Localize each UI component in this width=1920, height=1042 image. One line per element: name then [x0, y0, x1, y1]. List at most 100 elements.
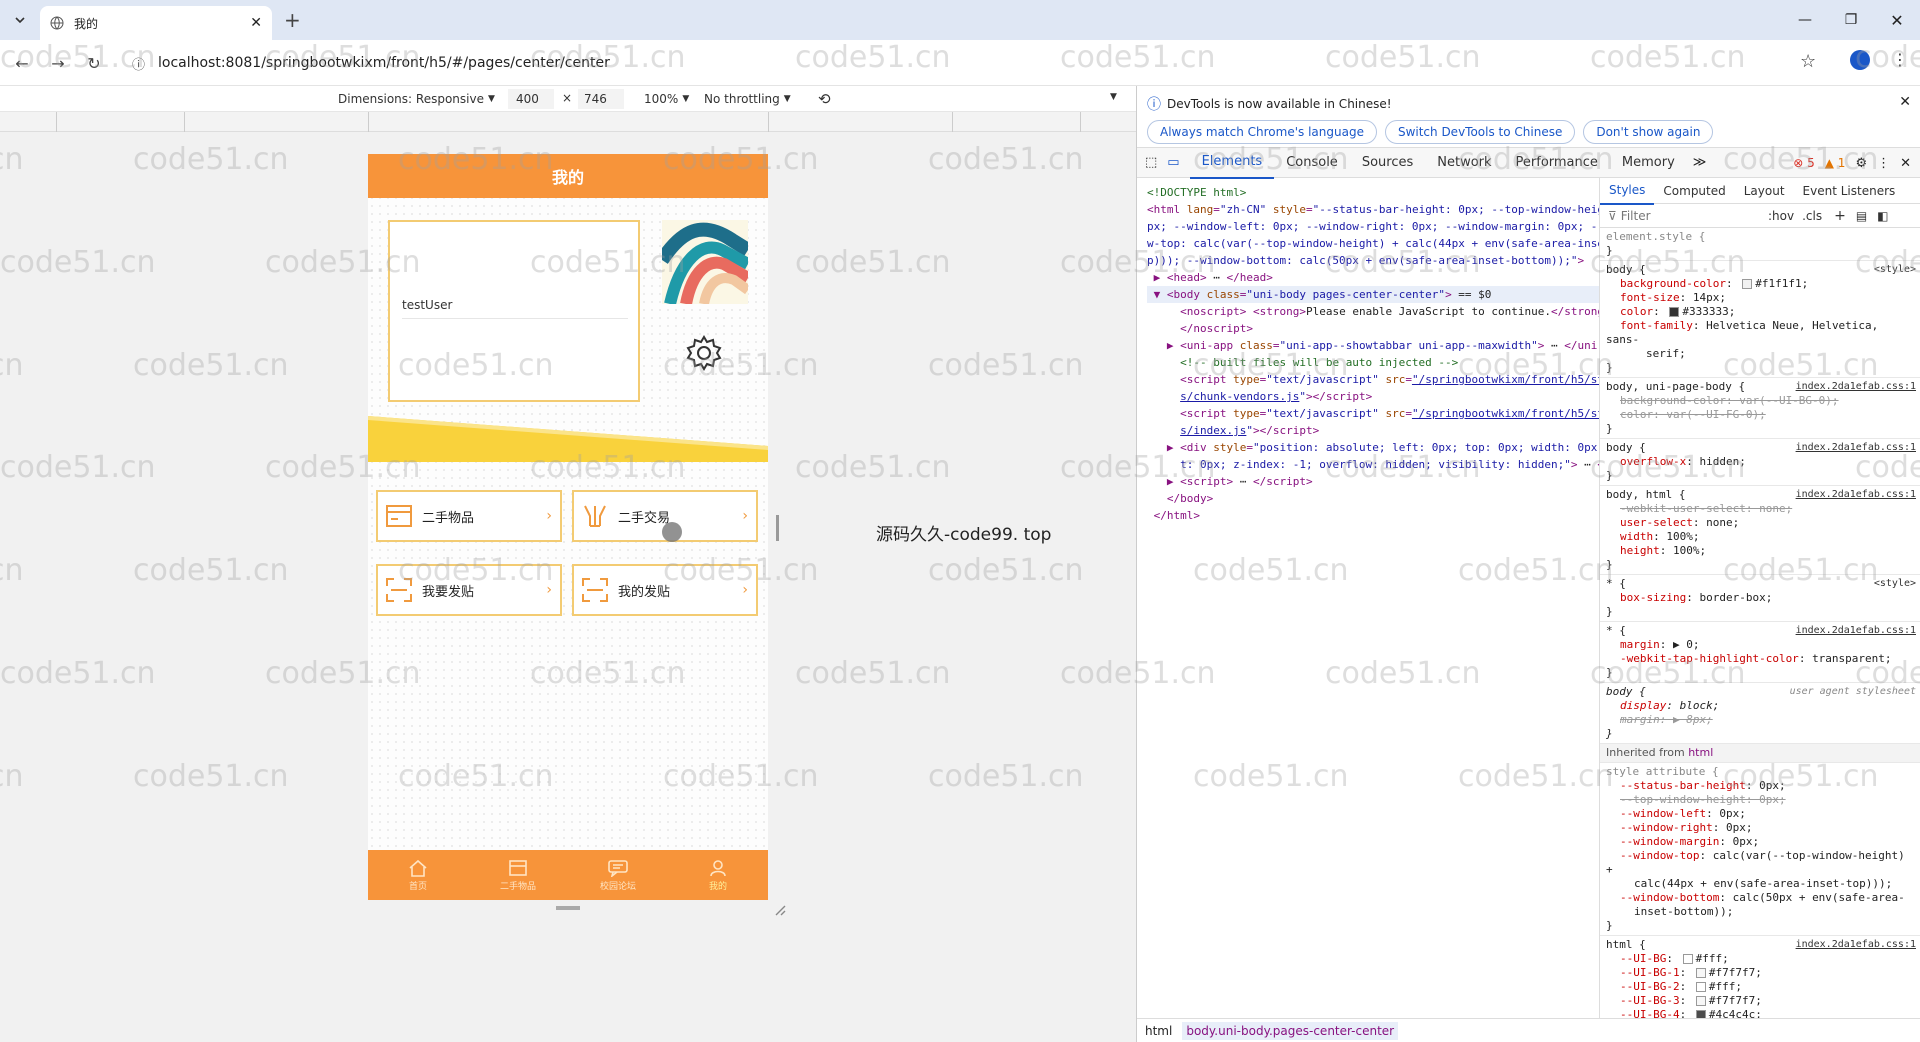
dom-line[interactable]: w-top: calc(var(--top-window-height) + c…: [1147, 235, 1599, 252]
ruler-tick: [952, 112, 953, 132]
more-tabs-icon[interactable]: ≫: [1687, 155, 1713, 170]
height-input[interactable]: 746: [578, 89, 624, 109]
close-infobar-icon[interactable]: ✕: [1899, 94, 1911, 110]
viewport-corner-resize-icon[interactable]: [774, 904, 786, 916]
filter-input[interactable]: ⊽ Filter: [1608, 209, 1738, 223]
tab-computed[interactable]: Computed: [1654, 178, 1734, 204]
dom-line[interactable]: <html lang="zh-CN" style="--status-bar-h…: [1147, 201, 1599, 218]
switch-language-button[interactable]: Switch DevTools to Chinese: [1384, 120, 1576, 144]
restore-icon[interactable]: ❐: [1828, 12, 1874, 28]
settings-icon[interactable]: ⚙: [1855, 156, 1867, 171]
device-more-icon[interactable]: ▼: [1110, 92, 1117, 102]
new-tab-icon[interactable]: +: [284, 8, 301, 32]
new-rule-icon[interactable]: +: [1834, 208, 1846, 224]
error-count[interactable]: ⊗ 5: [1793, 156, 1815, 170]
tab-home[interactable]: 首页: [368, 850, 468, 900]
dom-line[interactable]: ▶ <head> ⋯ </head>: [1147, 269, 1599, 286]
dom-line[interactable]: <!DOCTYPE html>: [1147, 184, 1599, 201]
info-message: DevTools is now available in Chinese!: [1167, 97, 1392, 111]
device-toggle-icon[interactable]: ▭: [1163, 155, 1189, 170]
dom-line[interactable]: p))); --window-bottom: calc(50px + env(s…: [1147, 252, 1599, 269]
back-icon[interactable]: ←: [8, 49, 36, 77]
tile-my-posts[interactable]: 我的发贴 ›: [572, 564, 758, 616]
tab-network[interactable]: Network: [1425, 148, 1503, 178]
toggle-sidebar-icon[interactable]: ◧: [1877, 209, 1888, 223]
tab-layout[interactable]: Layout: [1735, 178, 1794, 204]
address-bar[interactable]: ⓘ localhost:8081/springbootwkixm/front/h…: [124, 46, 1784, 80]
dom-line[interactable]: px; --window-left: 0px; --window-right: …: [1147, 218, 1599, 235]
viewport-bottom-resize-handle[interactable]: [556, 906, 580, 910]
style-rule[interactable]: style attribute { --status-bar-height: 0…: [1600, 763, 1920, 936]
breadcrumb-body[interactable]: body.uni-body.pages-center-center: [1182, 1021, 1399, 1040]
match-language-button[interactable]: Always match Chrome's language: [1147, 120, 1377, 144]
dimensions-select[interactable]: Dimensions: Responsive ▼: [338, 86, 495, 112]
tab-sources[interactable]: Sources: [1350, 148, 1425, 178]
dom-line[interactable]: s/chunk-vendors.js"></script>: [1147, 388, 1599, 405]
close-window-icon[interactable]: ✕: [1874, 11, 1920, 30]
dom-line[interactable]: ▶ <uni-app class="uni-app--showtabbar un…: [1147, 337, 1599, 354]
style-rule[interactable]: index.2da1efab.css:1 * { margin: ▶ 0; -w…: [1600, 622, 1920, 683]
devtools-menu-icon[interactable]: ⋮: [1877, 156, 1890, 171]
rotate-icon[interactable]: ⟲: [818, 90, 831, 108]
tab-styles[interactable]: Styles: [1600, 177, 1655, 205]
tab-event-listeners[interactable]: Event Listeners: [1794, 178, 1905, 204]
user-info-card[interactable]: testUser: [388, 220, 640, 402]
globe-icon: [50, 16, 64, 30]
style-rule[interactable]: element.style {}: [1600, 228, 1920, 261]
dom-line[interactable]: </html>: [1147, 507, 1599, 524]
close-devtools-icon[interactable]: ✕: [1900, 156, 1911, 171]
dom-line[interactable]: <script type="text/javascript" src="/spr…: [1147, 371, 1599, 388]
reload-icon[interactable]: ↻: [80, 49, 108, 77]
elements-dom-tree[interactable]: <!DOCTYPE html> <html lang="zh-CN" style…: [1137, 178, 1599, 1018]
style-rule[interactable]: index.2da1efab.css:1 body { overflow-x: …: [1600, 439, 1920, 486]
throttling-select[interactable]: No throttling ▼: [704, 86, 791, 112]
browser-menu-icon[interactable]: ⋮: [1892, 50, 1908, 69]
avatar[interactable]: [662, 220, 748, 304]
tab-close-icon[interactable]: ✕: [250, 15, 262, 31]
tile-secondhand-items[interactable]: 二手物品 ›: [376, 490, 562, 542]
tab-secondhand-items[interactable]: 二手物品: [468, 850, 568, 900]
window-controls: — ❐ ✕: [1782, 0, 1920, 40]
forward-icon[interactable]: →: [44, 49, 72, 77]
style-rule[interactable]: user agent stylesheet body { display: bl…: [1600, 683, 1920, 744]
dom-line[interactable]: s/index.js"></script>: [1147, 422, 1599, 439]
dom-line-selected[interactable]: ▼ <body class="uni-body pages-center-cen…: [1147, 286, 1599, 303]
tab-memory[interactable]: Memory: [1610, 148, 1687, 178]
zoom-select[interactable]: 100% ▼: [644, 86, 689, 112]
settings-gear-icon[interactable]: [685, 334, 723, 372]
dom-line[interactable]: ▶ <div style="position: absolute; left: …: [1147, 439, 1599, 456]
style-rule[interactable]: <style> body { background-color: #f1f1f1…: [1600, 261, 1920, 378]
tab-campus-forum[interactable]: 校园论坛: [568, 850, 668, 900]
bookmark-star-icon[interactable]: ☆: [1800, 51, 1816, 72]
dom-line[interactable]: ▶ <script> ⋯ </script>: [1147, 473, 1599, 490]
dom-line[interactable]: <script type="text/javascript" src="/spr…: [1147, 405, 1599, 422]
dom-line[interactable]: <!-- built files will be auto injected -…: [1147, 354, 1599, 371]
dont-show-again-button[interactable]: Don't show again: [1583, 120, 1714, 144]
cls-toggle[interactable]: .cls: [1802, 209, 1822, 223]
dom-line[interactable]: </body>: [1147, 490, 1599, 507]
tab-mine[interactable]: 我的: [668, 850, 768, 900]
tab-performance[interactable]: Performance: [1504, 148, 1610, 178]
style-rule[interactable]: index.2da1efab.css:1 body, html { -webki…: [1600, 486, 1920, 575]
style-rule[interactable]: <style> * { box-sizing: border-box; }: [1600, 575, 1920, 622]
tab-elements[interactable]: Elements: [1189, 147, 1275, 179]
hov-toggle[interactable]: :hov: [1768, 209, 1794, 223]
style-rule[interactable]: index.2da1efab.css:1 html { --UI-BG: #ff…: [1600, 936, 1920, 1018]
tab-list-chevron-icon[interactable]: [8, 8, 32, 32]
profile-avatar-icon[interactable]: [1850, 50, 1870, 70]
paint-icon[interactable]: ▤: [1856, 209, 1867, 223]
minimize-icon[interactable]: —: [1782, 12, 1828, 28]
style-rule[interactable]: index.2da1efab.css:1 body, uni-page-body…: [1600, 378, 1920, 439]
site-info-icon[interactable]: ⓘ: [132, 54, 145, 73]
dom-line[interactable]: t: 0px; z-index: -1; overflow: hidden; v…: [1147, 456, 1599, 473]
viewport-resize-grip[interactable]: [776, 515, 779, 541]
dom-line[interactable]: </noscript>: [1147, 320, 1599, 337]
width-input[interactable]: 400: [508, 89, 554, 109]
browser-tab[interactable]: 我的 ✕: [40, 6, 272, 40]
tab-console[interactable]: Console: [1274, 148, 1350, 178]
inspect-element-icon[interactable]: ⬚: [1137, 155, 1163, 170]
tile-create-post[interactable]: 我要发贴 ›: [376, 564, 562, 616]
warning-count[interactable]: ▲ 1: [1825, 156, 1846, 170]
breadcrumb-html[interactable]: html: [1145, 1024, 1172, 1038]
dom-line[interactable]: <noscript> <strong>Please enable JavaScr…: [1147, 303, 1599, 320]
